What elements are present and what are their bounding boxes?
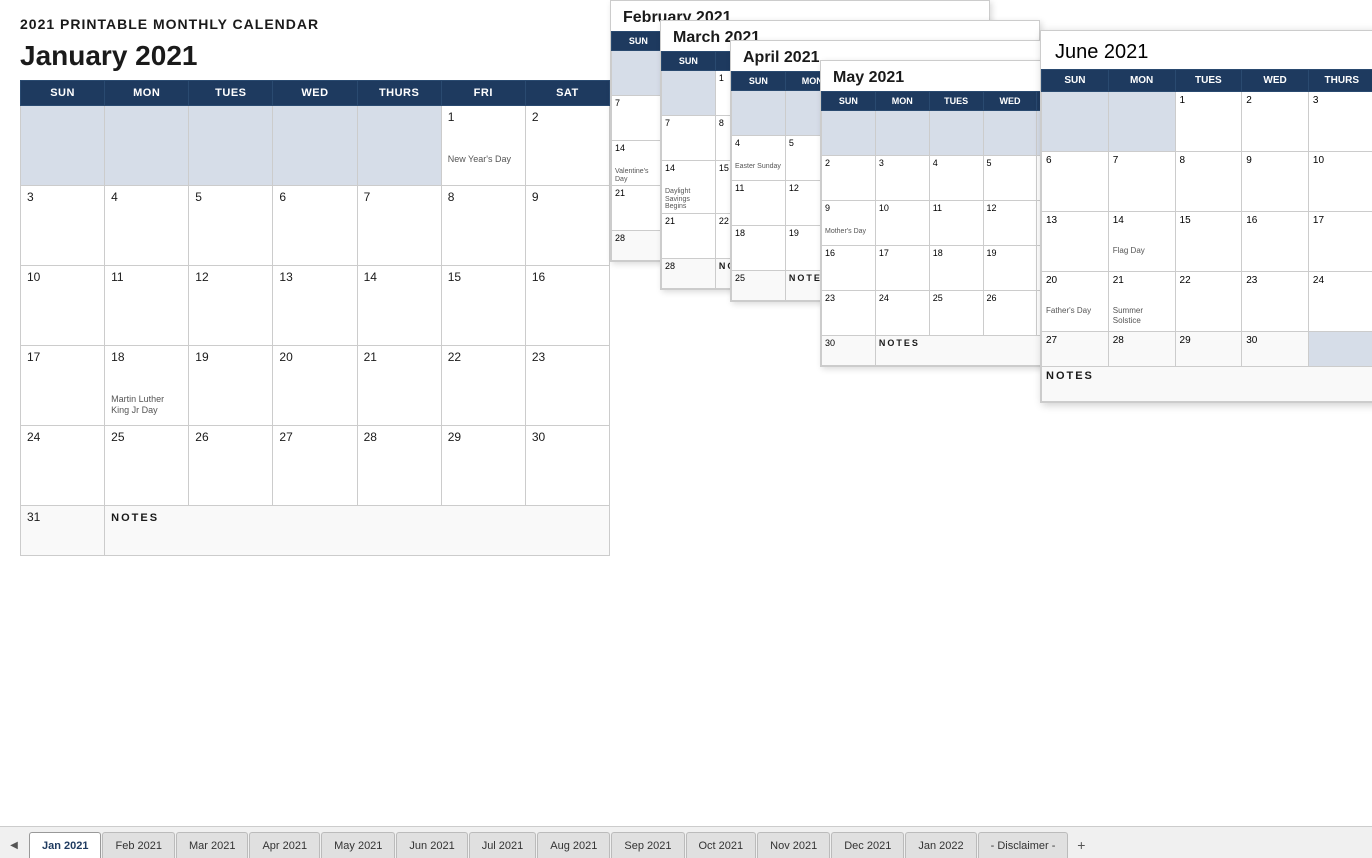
jan-day-1: 1 New Year's Day — [441, 106, 525, 186]
jan-header-mon: MON — [105, 81, 189, 106]
tab-jul-2021[interactable]: Jul 2021 — [469, 832, 537, 858]
tab-jun-2021[interactable]: Jun 2021 — [396, 832, 467, 858]
table-row: 13 14Flag Day 15 16 17 18 19 — [1042, 212, 1372, 272]
main-content: 2021 PRINTABLE MONTHLY CALENDAR January … — [0, 0, 1372, 826]
jun-notes-label-row: NOTES — [1042, 367, 1372, 402]
jan-day-15: 15 — [441, 266, 525, 346]
jan-day-17: 17 — [21, 346, 105, 426]
jan-day-12: 12 — [189, 266, 273, 346]
tab-jan-2022[interactable]: Jan 2022 — [905, 832, 976, 858]
tab-nov-2021[interactable]: Nov 2021 — [757, 832, 830, 858]
tab-add-button[interactable]: + — [1071, 832, 1091, 858]
tab-dec-2021[interactable]: Dec 2021 — [831, 832, 904, 858]
tab-aug-2021[interactable]: Aug 2021 — [537, 832, 610, 858]
june-calendar-wrapper: June 2021 SUN MON TUES WED THURS FRI SAT — [1040, 30, 1372, 403]
jan-day-31: 31 — [21, 506, 105, 556]
jun-month-title: June 2021 — [1041, 31, 1372, 69]
jan-day-3: 3 — [21, 186, 105, 266]
jan-empty — [189, 106, 273, 186]
jan-day-14: 14 — [357, 266, 441, 346]
jan-header-sun: SUN — [21, 81, 105, 106]
jan-header-tue: TUES — [189, 81, 273, 106]
tab-jan-2021[interactable]: Jan 2021 — [29, 832, 101, 858]
january-calendar: SUN MON TUES WED THURS FRI SAT 1 New Yea… — [20, 80, 610, 556]
table-row: 6 7 8 9 10 11 12 — [1042, 152, 1372, 212]
tab-mar-2021[interactable]: Mar 2021 — [176, 832, 248, 858]
table-row: 1 2 3 4 5 — [1042, 92, 1372, 152]
tab-disclaimer[interactable]: - Disclaimer - — [978, 832, 1069, 858]
jan-header-wed: WED — [273, 81, 357, 106]
table-row: 10 11 12 13 14 15 16 — [21, 266, 610, 346]
jan-day-26: 26 — [189, 426, 273, 506]
table-row: 1 New Year's Day 2 — [21, 106, 610, 186]
jan-header-fri: FRI — [441, 81, 525, 106]
jan-day-4: 4 — [105, 186, 189, 266]
jan-day-21: 21 — [357, 346, 441, 426]
tab-oct-2021[interactable]: Oct 2021 — [686, 832, 757, 858]
jan-notes-row: 31 NOTES — [21, 506, 610, 556]
jan-day-28: 28 — [357, 426, 441, 506]
jan-day-6: 6 — [273, 186, 357, 266]
jun-notes-row: 27 28 29 30 — [1042, 332, 1372, 367]
feb-header-sun: SUN — [612, 32, 666, 51]
jan-day-11: 11 — [105, 266, 189, 346]
tab-scroll-left[interactable]: ◀ — [4, 832, 24, 858]
jan-day-29: 29 — [441, 426, 525, 506]
jan-day-19: 19 — [189, 346, 273, 426]
jan-empty — [273, 106, 357, 186]
jan-day-20: 20 — [273, 346, 357, 426]
tab-apr-2021[interactable]: Apr 2021 — [249, 832, 320, 858]
jan-header-thu: THURS — [357, 81, 441, 106]
jan-day-10: 10 — [21, 266, 105, 346]
table-row: 20Father's Day 21SummerSolstice 22 23 24… — [1042, 272, 1372, 332]
jan-day-7: 7 — [357, 186, 441, 266]
jan-empty — [21, 106, 105, 186]
jan-day-22: 22 — [441, 346, 525, 426]
jan-day-24: 24 — [21, 426, 105, 506]
table-row: 17 18 Martin LutherKing Jr Day 19 20 21 … — [21, 346, 610, 426]
stacked-calendars: February 2021 SUN MON TUES WED THURS FRI… — [590, 0, 1372, 794]
tab-sep-2021[interactable]: Sep 2021 — [611, 832, 684, 858]
jan-day-13: 13 — [273, 266, 357, 346]
jan-day-8: 8 — [441, 186, 525, 266]
table-row: 24 25 26 27 28 29 30 — [21, 426, 610, 506]
jan-notes: NOTES — [105, 506, 610, 556]
june-calendar: SUN MON TUES WED THURS FRI SAT 1 — [1041, 69, 1372, 402]
tab-bar: ◀ Jan 2021 Feb 2021 Mar 2021 Apr 2021 Ma… — [0, 826, 1372, 858]
table-row: 3 4 5 6 7 8 9 — [21, 186, 610, 266]
jan-day-25: 25 — [105, 426, 189, 506]
jan-day-27: 27 — [273, 426, 357, 506]
tab-may-2021[interactable]: May 2021 — [321, 832, 395, 858]
jan-empty — [105, 106, 189, 186]
jan-day-18: 18 Martin LutherKing Jr Day — [105, 346, 189, 426]
jan-day-5: 5 — [189, 186, 273, 266]
jan-empty — [357, 106, 441, 186]
tab-feb-2021[interactable]: Feb 2021 — [102, 832, 174, 858]
